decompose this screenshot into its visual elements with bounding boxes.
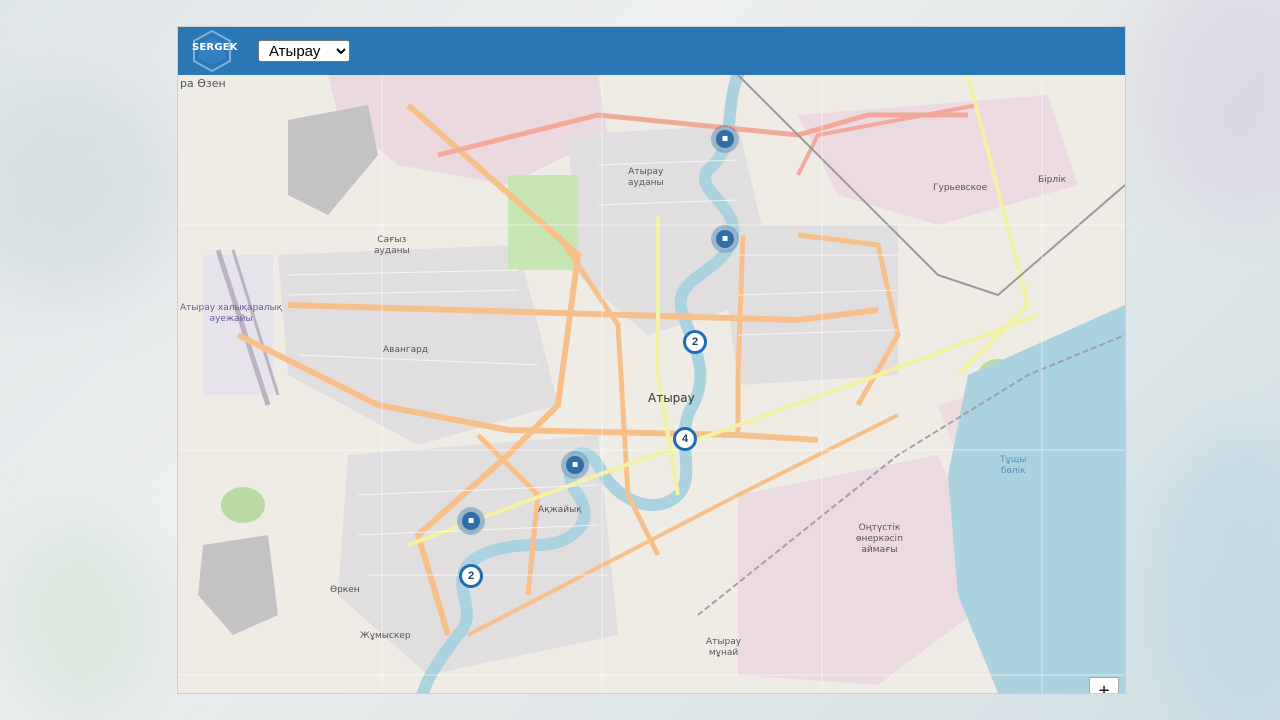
camera-glyph: ▪ <box>571 459 579 470</box>
camera-glyph: ▪ <box>721 233 729 244</box>
camera-marker-icon[interactable]: ▪ <box>713 127 737 151</box>
map-label-avangard: Авангард <box>383 345 429 355</box>
map-label-yuryevsk: Гурьевское <box>933 183 988 193</box>
zoom-control: + − <box>1089 677 1119 693</box>
map-label-city-center: Атырау <box>648 391 695 405</box>
logo-text: SERGEK <box>192 42 238 53</box>
marker-cluster[interactable]: 4 <box>673 427 697 451</box>
city-select[interactable]: Атырау <box>258 40 350 62</box>
map-label-atyrau-district: Атырау ауданы <box>628 167 664 188</box>
map-app: SERGEK Атырау ра Өзен Сағыз ауданы Атыра… <box>178 27 1125 693</box>
zoom-in-button[interactable]: + <box>1090 678 1118 693</box>
map-label-akzhaiyk: Ақжайық <box>538 505 582 515</box>
marker-cluster[interactable]: 2 <box>683 330 707 354</box>
map-label-zhumysker: Жұмыскер <box>360 631 411 641</box>
top-bar: SERGEK Атырау <box>178 27 1125 75</box>
map-view[interactable]: ра Өзен Сағыз ауданы Атырау халықаралық … <box>178 75 1125 693</box>
map-label-birlik: Бірлік <box>1038 175 1067 185</box>
camera-marker-icon[interactable]: ▪ <box>459 509 483 533</box>
camera-marker-icon[interactable]: ▪ <box>713 227 737 251</box>
camera-glyph: ▪ <box>467 515 475 526</box>
map-label-top-left: ра Өзен <box>180 77 226 90</box>
map-label-district: Сағыз ауданы <box>374 235 410 256</box>
camera-glyph: ▪ <box>721 133 729 144</box>
map-label-south-industrial: Оңтүстік өнеркәсіп аймағы <box>856 523 903 555</box>
map-label-atyrau-south: Атырау мұнай <box>706 637 742 658</box>
map-label-orken: Өркен <box>330 585 360 595</box>
map-label-airport: Атырау халықаралық әуежайы <box>180 303 283 324</box>
camera-marker-icon[interactable]: ▪ <box>563 453 587 477</box>
map-label-lake: Тұщы бөлік <box>1000 455 1027 476</box>
marker-cluster[interactable]: 2 <box>459 564 483 588</box>
